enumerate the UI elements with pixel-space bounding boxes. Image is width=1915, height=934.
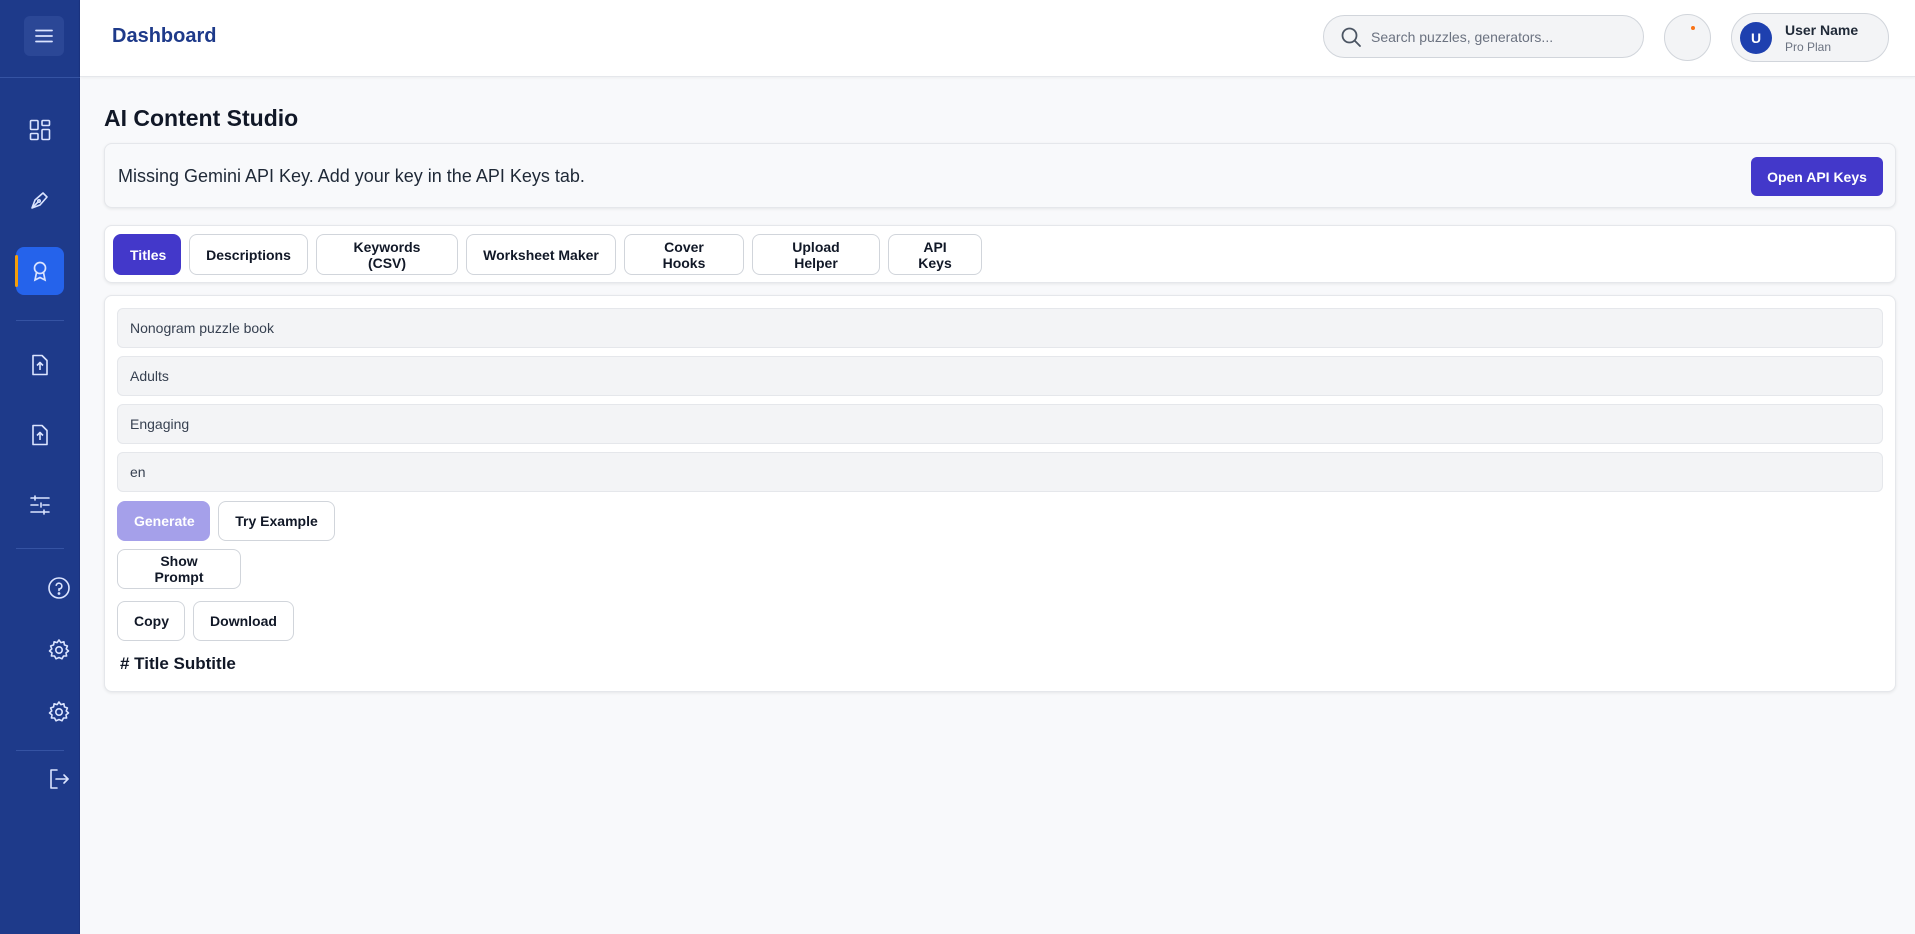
api-key-alert: Missing Gemini API Key. Add your key in …: [104, 143, 1896, 208]
sidebar-divider: [16, 750, 64, 751]
tab-cover-hooks[interactable]: Cover Hooks: [624, 234, 744, 275]
result-heading: # Title Subtitle: [120, 654, 236, 673]
user-plan: Pro Plan: [1785, 40, 1832, 54]
notification-dot: [1691, 26, 1695, 30]
sidebar-divider: [16, 548, 64, 549]
hamburger-icon: [35, 29, 53, 43]
sidebar-item-ai-studio[interactable]: [15, 247, 64, 295]
notifications-button[interactable]: [1664, 14, 1711, 61]
user-name: User Name: [1785, 22, 1859, 38]
sidebar-divider: [0, 77, 80, 78]
tab-descriptions[interactable]: Descriptions: [189, 234, 308, 275]
sidebar-item-upload[interactable]: [16, 341, 64, 389]
titles-panel: Generate Try Example Show Prompt Copy Do…: [104, 295, 1896, 692]
sidebar-item-help[interactable]: [35, 564, 83, 612]
help-circle-icon: [48, 577, 70, 599]
download-button[interactable]: Download: [193, 601, 294, 641]
pen-tool-icon: [31, 192, 48, 209]
menu-toggle-button[interactable]: [24, 16, 64, 56]
copy-button[interactable]: Copy: [117, 601, 185, 641]
award-icon: [33, 261, 47, 282]
tab-worksheet-maker[interactable]: Worksheet Maker: [466, 234, 616, 275]
top-header: Dashboard U User Name Pro Plan: [80, 0, 1915, 77]
search-input[interactable]: [1371, 27, 1631, 47]
try-example-button[interactable]: Try Example: [218, 501, 335, 541]
header-title: Dashboard: [112, 25, 217, 47]
open-api-keys-button[interactable]: Open API Keys: [1751, 157, 1883, 196]
sidebar-item-import[interactable]: [16, 411, 64, 459]
avatar: U: [1740, 22, 1772, 54]
sliders-icon: [30, 495, 50, 515]
language-input[interactable]: [117, 452, 1883, 492]
generate-button[interactable]: Generate: [117, 501, 210, 541]
audience-input[interactable]: [117, 356, 1883, 396]
sidebar-item-logout[interactable]: [35, 755, 83, 803]
logout-icon: [50, 769, 69, 789]
search-box[interactable]: [1323, 15, 1644, 58]
file-upload-icon: [32, 424, 48, 446]
file-upload-icon: [32, 354, 48, 376]
tab-api-keys[interactable]: API Keys: [888, 234, 982, 275]
user-menu[interactable]: U User Name Pro Plan: [1731, 13, 1889, 62]
sidebar-item-settings[interactable]: [35, 626, 83, 674]
tab-keywords-csv[interactable]: Keywords (CSV): [316, 234, 458, 275]
tab-bar: Titles Descriptions Keywords (CSV) Works…: [104, 225, 1896, 283]
sidebar-divider: [16, 320, 64, 321]
tab-upload-helper[interactable]: Upload Helper: [752, 234, 880, 275]
tone-input[interactable]: [117, 404, 1883, 444]
tab-titles[interactable]: Titles: [113, 234, 181, 275]
sidebar: [0, 0, 80, 934]
sidebar-item-tools[interactable]: [16, 481, 64, 529]
topic-input[interactable]: [117, 308, 1883, 348]
alert-message: Missing Gemini API Key. Add your key in …: [118, 166, 585, 186]
sidebar-item-dashboard[interactable]: [16, 106, 64, 154]
page-title: AI Content Studio: [104, 105, 299, 131]
show-prompt-button[interactable]: Show Prompt: [117, 549, 241, 589]
sidebar-item-preferences[interactable]: [35, 688, 83, 736]
grid-icon: [29, 119, 51, 141]
sidebar-item-create[interactable]: [16, 176, 64, 224]
settings-icon: [48, 639, 70, 660]
search-icon: [1341, 27, 1361, 47]
settings-icon: [48, 701, 70, 722]
